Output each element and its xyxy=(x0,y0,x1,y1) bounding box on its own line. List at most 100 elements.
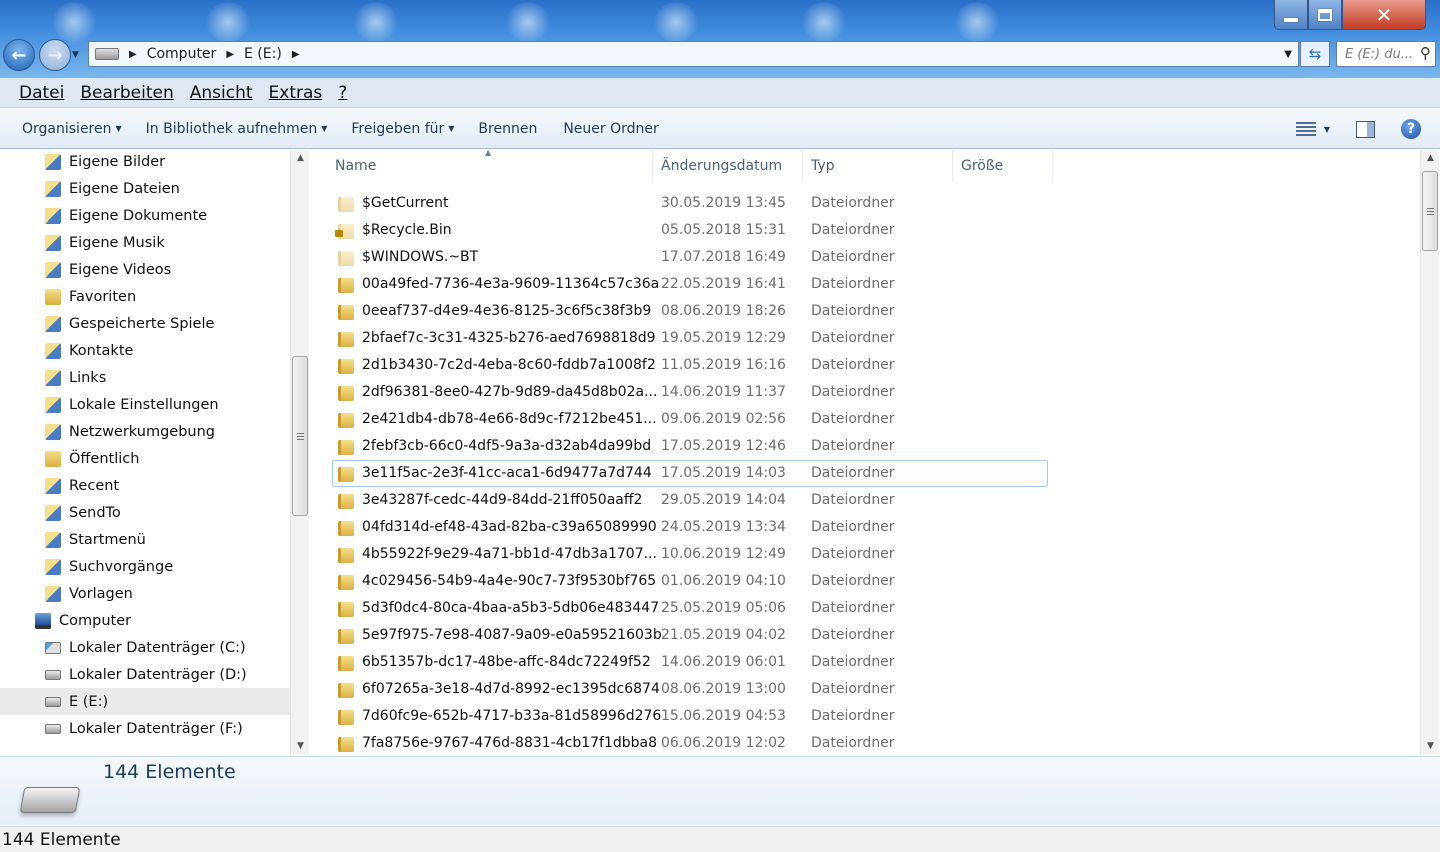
file-row[interactable]: 7fa8756e-9767-476d-8831-4cb17f1dbba8 06.0… xyxy=(332,730,1048,755)
menu-help[interactable]: ? xyxy=(338,83,347,103)
file-name: 3e11f5ac-2e3f-41cc-aca1-6d9477a7d744 xyxy=(362,465,652,481)
breadcrumb-separator[interactable]: ▶ xyxy=(226,49,234,60)
folder-icon xyxy=(338,332,354,347)
tree-item[interactable]: Eigene Musik xyxy=(0,229,290,256)
navigation-scrollbar[interactable]: ▲ ▼ xyxy=(290,150,309,755)
column-header-name[interactable]: ▲ Name xyxy=(312,150,653,182)
tree-item[interactable]: Öffentlich xyxy=(0,445,290,472)
tree-item[interactable]: SendTo xyxy=(0,499,290,526)
file-row[interactable]: 3e11f5ac-2e3f-41cc-aca1-6d9477a7d744 17.0… xyxy=(332,460,1048,487)
menu-bearbeiten[interactable]: Bearbeiten xyxy=(80,83,173,103)
file-row[interactable]: 2e421db4-db78-4e66-8d9c-f7212be451... 09.… xyxy=(332,406,1048,433)
organize-button[interactable]: Organisieren ▼ xyxy=(22,121,122,137)
tree-item[interactable]: Eigene Dokumente xyxy=(0,202,290,229)
file-row[interactable]: 2df96381-8ee0-427b-9d89-da45d8b02a... 14.… xyxy=(332,379,1048,406)
file-row[interactable]: 6b51357b-dc17-48be-affc-84dc72249f52 14.0… xyxy=(332,649,1048,676)
breadcrumb-separator[interactable]: ▶ xyxy=(129,49,137,60)
refresh-button[interactable]: ⇆ xyxy=(1300,41,1330,67)
file-row[interactable]: 5e97f975-7e98-4087-9a09-e0a59521603b 21.0… xyxy=(332,622,1048,649)
window-controls: ✕ xyxy=(1274,0,1426,30)
tree-item[interactable]: Suchvorgänge xyxy=(0,553,290,580)
menu-ansicht[interactable]: Ansicht xyxy=(190,83,253,103)
file-list-scrollbar[interactable]: ▲ ▼ xyxy=(1420,150,1439,755)
tree-item[interactable]: Eigene Bilder xyxy=(0,150,290,175)
column-header-date[interactable]: Änderungsdatum xyxy=(653,150,803,182)
preview-pane-icon[interactable] xyxy=(1356,120,1375,138)
file-row[interactable]: 04fd314d-ef48-43ad-82ba-c39a65089990 24.0… xyxy=(332,514,1048,541)
tree-item[interactable]: Lokaler Datenträger (D:) xyxy=(0,661,290,688)
scroll-thumb[interactable] xyxy=(292,356,308,516)
tree-item[interactable]: Favoriten xyxy=(0,283,290,310)
tree-item[interactable]: Kontakte xyxy=(0,337,290,364)
close-button[interactable]: ✕ xyxy=(1342,0,1426,30)
tree-item[interactable]: Eigene Dateien xyxy=(0,175,290,202)
back-button[interactable]: ← xyxy=(3,39,35,71)
tree-item[interactable]: Recent xyxy=(0,472,290,499)
tree-item[interactable]: Eigene Videos xyxy=(0,256,290,283)
tree-item[interactable]: Lokale Einstellungen xyxy=(0,391,290,418)
file-row[interactable]: 0eeaf737-d4e9-4e36-8125-3c6f5c38f3b9 08.0… xyxy=(332,298,1048,325)
include-in-library-button[interactable]: In Bibliothek aufnehmen ▼ xyxy=(146,121,328,137)
tree-item[interactable]: Netzwerkumgebung xyxy=(0,418,290,445)
file-date: 17.05.2019 12:46 xyxy=(661,438,786,454)
file-row[interactable]: $Recycle.Bin 05.05.2018 15:31 Dateiordner xyxy=(332,217,1048,244)
file-row[interactable]: $WINDOWS.~BT 17.07.2018 16:49 Dateiordner xyxy=(332,244,1048,271)
breadcrumb-separator[interactable]: ▶ xyxy=(292,49,300,60)
maximize-button[interactable] xyxy=(1308,0,1342,30)
shortcut-folder-icon xyxy=(45,477,61,494)
file-row[interactable]: 00a49fed-7736-4e3a-9609-11364c57c36a 22.0… xyxy=(332,271,1048,298)
tree-item-label: SendTo xyxy=(69,504,121,521)
tree-item[interactable]: Gespeicherte Spiele xyxy=(0,310,290,337)
breadcrumb-computer[interactable]: Computer xyxy=(147,46,217,62)
scroll-thumb[interactable] xyxy=(1422,171,1438,251)
new-folder-button[interactable]: Neuer Ordner xyxy=(563,121,658,137)
recent-pages-dropdown[interactable]: ▼ xyxy=(72,50,79,60)
menu-label: ? xyxy=(338,82,348,103)
scroll-down-arrow[interactable]: ▼ xyxy=(291,738,310,755)
scroll-up-arrow[interactable]: ▲ xyxy=(1421,150,1440,167)
file-row[interactable]: 5d3f0dc4-80ca-4baa-a5b3-5db06e483447 25.0… xyxy=(332,595,1048,622)
breadcrumb-drive-e[interactable]: E (E:) xyxy=(244,46,282,62)
tree-item[interactable]: Lokaler Datenträger (F:) xyxy=(0,715,290,742)
file-date: 08.06.2019 13:00 xyxy=(661,681,786,697)
tree-item[interactable]: E (E:) xyxy=(0,688,290,715)
forward-button[interactable]: → xyxy=(39,39,71,71)
share-with-button[interactable]: Freigeben für ▼ xyxy=(351,121,454,137)
folder-icon xyxy=(338,602,354,617)
tree-item[interactable]: Lokaler Datenträger (C:) xyxy=(0,634,290,661)
file-row[interactable]: 2febf3cb-66c0-4df5-9a3a-d32ab4da99bd 17.0… xyxy=(332,433,1048,460)
file-row[interactable]: $GetCurrent 30.05.2019 13:45 Dateiordner xyxy=(332,190,1048,217)
burn-button[interactable]: Brennen xyxy=(478,121,537,137)
scroll-down-arrow[interactable]: ▼ xyxy=(1421,738,1440,755)
address-bar[interactable]: ▶ Computer ▶ E (E:) ▶ ▼ xyxy=(88,41,1299,67)
tree-item[interactable]: Startmenü xyxy=(0,526,290,553)
file-row[interactable]: 4b55922f-9e29-4a71-bb1d-47db3a1707... 10.… xyxy=(332,541,1048,568)
address-history-dropdown[interactable]: ▼ xyxy=(1284,49,1292,60)
search-input[interactable]: E (E:) du... ⚲ xyxy=(1336,41,1436,67)
file-row[interactable]: 2bfaef7c-3c31-4325-b276-aed7698818d9 19.0… xyxy=(332,325,1048,352)
view-options-icon[interactable] xyxy=(1295,122,1316,136)
tree-item-label: Netzwerkumgebung xyxy=(69,423,215,440)
file-date: 05.05.2018 15:31 xyxy=(661,222,786,238)
tree-item[interactable]: Vorlagen xyxy=(0,580,290,607)
column-header-size[interactable]: Größe xyxy=(953,150,1053,182)
file-row[interactable]: 3e43287f-cedc-44d9-84dd-21ff050aaff2 29.0… xyxy=(332,487,1048,514)
tree-item[interactable]: Links xyxy=(0,364,290,391)
file-row[interactable]: 6f07265a-3e18-4d7d-8992-ec1395dc6874 08.0… xyxy=(332,676,1048,703)
tree-item[interactable]: Computer xyxy=(0,607,290,634)
menu-extras[interactable]: Extras xyxy=(269,83,323,103)
scroll-up-arrow[interactable]: ▲ xyxy=(291,150,310,167)
menu-datei[interactable]: Datei xyxy=(19,83,64,103)
help-icon[interactable]: ? xyxy=(1401,119,1421,139)
file-type: Dateiordner xyxy=(811,465,895,481)
file-name: 2bfaef7c-3c31-4325-b276-aed7698818d9 xyxy=(362,330,656,346)
file-row[interactable]: 4c029456-54b9-4a4e-90c7-73f9530bf765 01.0… xyxy=(332,568,1048,595)
file-type: Dateiordner xyxy=(811,411,895,427)
minimize-button[interactable] xyxy=(1274,0,1308,30)
column-header-type[interactable]: Typ xyxy=(803,150,953,182)
file-row[interactable]: 7d60fc9e-652b-4717-b33a-81d58996d276 15.0… xyxy=(332,703,1048,730)
search-icon[interactable]: ⚲ xyxy=(1420,44,1431,62)
folder-icon xyxy=(338,710,354,725)
chevron-down-icon[interactable]: ▼ xyxy=(1324,125,1330,134)
file-row[interactable]: 2d1b3430-7c2d-4eba-8c60-fddb7a1008f2 11.0… xyxy=(332,352,1048,379)
